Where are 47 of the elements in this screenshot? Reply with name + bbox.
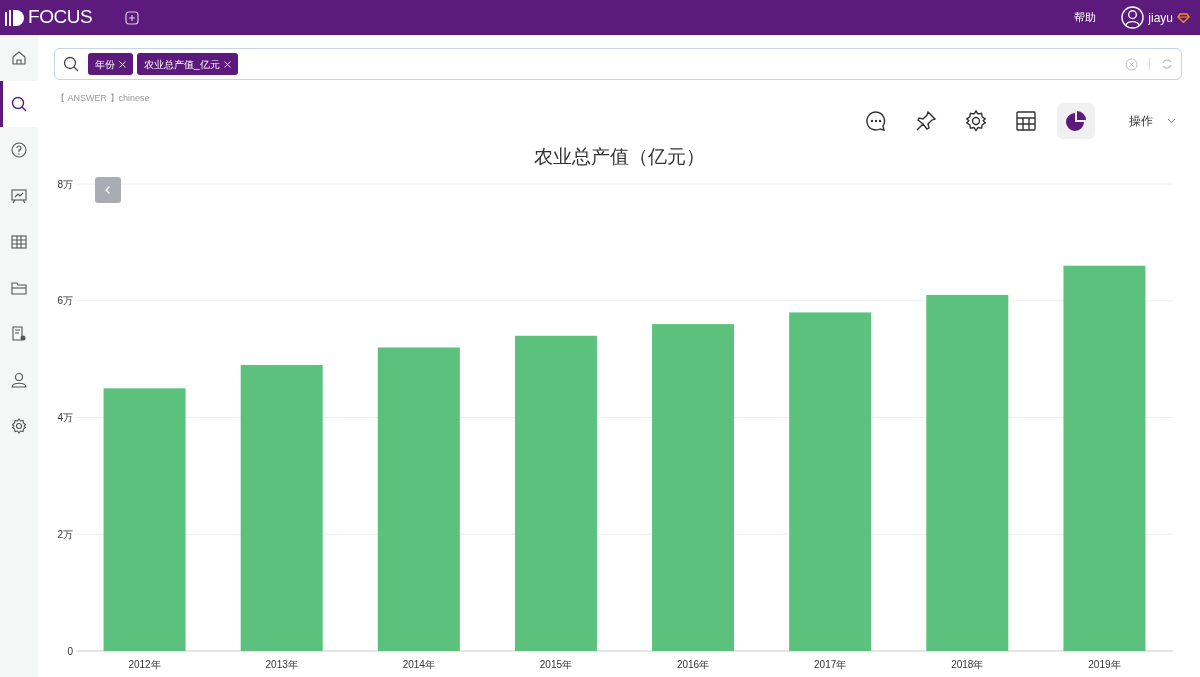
table-icon xyxy=(10,233,28,251)
report-icon xyxy=(10,325,28,343)
search-bar[interactable]: 年份 农业总产值_亿元 xyxy=(54,48,1182,80)
avatar-icon[interactable] xyxy=(1121,6,1145,29)
logo-icon xyxy=(4,8,24,27)
user-icon xyxy=(10,371,28,389)
actions-menu[interactable]: 操作 xyxy=(1129,112,1176,130)
answer-label: 【 ANSWER 】chinese xyxy=(56,92,150,105)
diamond-icon xyxy=(1177,12,1190,23)
axis-label: 6万 xyxy=(57,295,73,307)
pie-chart-icon xyxy=(1064,109,1088,133)
axis-label: 4万 xyxy=(57,412,73,423)
axis-label: 2017年 xyxy=(814,659,847,670)
toolbar-button[interactable] xyxy=(1057,103,1095,139)
axis-label: 0 xyxy=(67,645,73,657)
search-token[interactable]: 农业总产值_亿元 xyxy=(137,53,238,75)
folder-icon xyxy=(10,279,28,297)
help-link[interactable]: 帮助 xyxy=(1074,9,1097,26)
close-icon[interactable] xyxy=(223,60,231,68)
close-icon[interactable] xyxy=(119,60,126,68)
settings-icon xyxy=(10,417,28,435)
add-icon[interactable] xyxy=(125,10,140,25)
search-icon xyxy=(63,56,79,72)
axis-label: 2019年 xyxy=(1088,659,1121,670)
axis-label: 2012年 xyxy=(128,659,161,670)
sidebar-item[interactable] xyxy=(0,81,38,127)
table-icon xyxy=(1014,109,1038,133)
pin-icon xyxy=(914,109,938,133)
help-icon xyxy=(10,141,28,159)
chart-title: 农业总产值（亿元） xyxy=(532,145,706,169)
logo: FOCUS xyxy=(28,5,93,30)
user-name[interactable]: jiayu xyxy=(1148,8,1173,27)
axis-label: 2万 xyxy=(57,528,73,540)
presentation-icon xyxy=(10,187,28,205)
comment-icon xyxy=(864,109,888,133)
search-token[interactable]: 年份 xyxy=(88,53,133,75)
home-icon xyxy=(10,49,28,67)
chevron-left-icon xyxy=(104,185,112,195)
axis-label: 2015年 xyxy=(539,659,573,670)
search-icon xyxy=(10,95,28,113)
axis-label: 8万 xyxy=(57,178,73,190)
settings-icon xyxy=(964,109,988,133)
axis-label: 2013年 xyxy=(265,659,298,670)
axis-label: 2018年 xyxy=(951,659,984,670)
axis-label: 2014年 xyxy=(402,659,435,670)
axis-label: 2016年 xyxy=(676,659,710,670)
chevron-down-icon xyxy=(1167,118,1176,124)
